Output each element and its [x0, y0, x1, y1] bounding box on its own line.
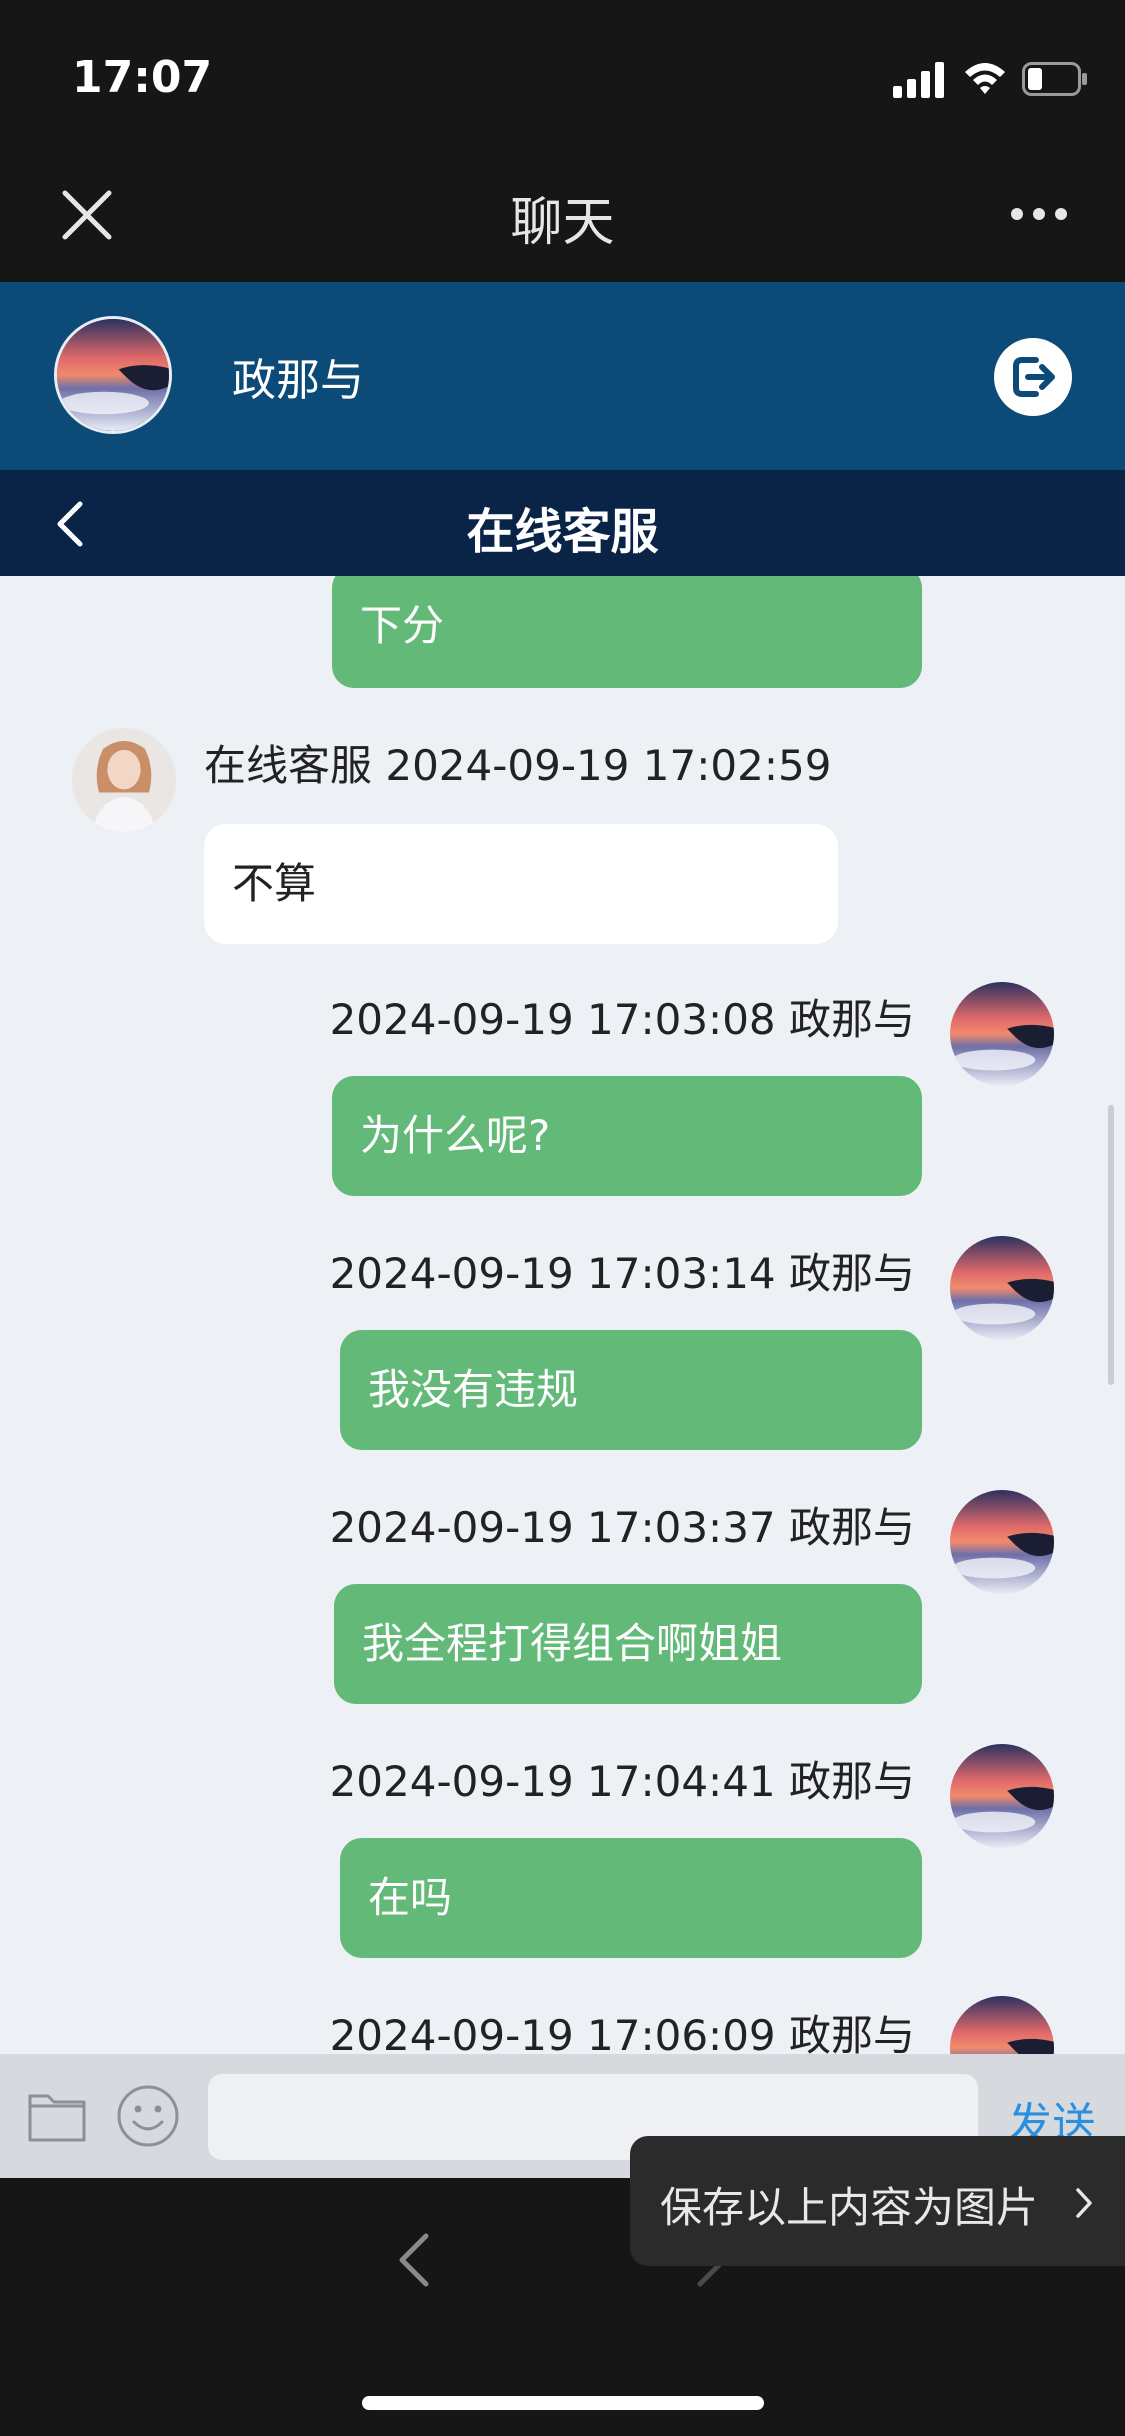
folder-icon[interactable]	[26, 2086, 88, 2144]
message-meta: 在线客服 2024-09-19 17:02:59	[204, 741, 832, 790]
cellular-signal-icon	[893, 62, 944, 98]
logout-icon[interactable]	[994, 338, 1072, 416]
nav-back-icon[interactable]	[396, 2232, 432, 2288]
emoji-icon[interactable]	[116, 2084, 180, 2148]
message-meta: 2024-09-19 17:03:37 政那与	[329, 1503, 915, 1552]
home-indicator	[362, 2396, 764, 2410]
message-bubble-outgoing[interactable]: 下分	[332, 576, 922, 688]
message-bubble-outgoing[interactable]: 为什么呢?	[332, 1076, 922, 1196]
service-title: 在线客服	[466, 504, 659, 560]
user-message-avatar[interactable]	[950, 1744, 1054, 1848]
message-bubble-incoming[interactable]: 不算	[204, 824, 838, 944]
status-time: 17:07	[72, 52, 213, 103]
user-avatar[interactable]	[54, 316, 172, 434]
message-meta: 2024-09-19 17:03:14 政那与	[329, 1249, 915, 1298]
message-meta: 2024-09-19 17:04:41 政那与	[329, 1757, 915, 1806]
message-bubble-outgoing[interactable]: 在吗	[340, 1838, 922, 1958]
message-meta: 2024-09-19 17:06:09 政那与	[329, 2011, 915, 2054]
agent-avatar[interactable]	[72, 728, 176, 832]
message-bubble-outgoing[interactable]: 我全程打得组合啊姐姐	[334, 1584, 922, 1704]
user-message-avatar[interactable]	[950, 1236, 1054, 1340]
more-options-icon[interactable]	[1010, 206, 1068, 222]
message-bubble-outgoing[interactable]: 我没有违规	[340, 1330, 922, 1450]
page-title: 聊天	[510, 193, 615, 253]
scrollbar[interactable]	[1108, 1105, 1114, 1385]
chevron-right-icon	[1076, 2188, 1092, 2218]
save-as-image-label: 保存以上内容为图片	[660, 2183, 1039, 2232]
wifi-icon	[965, 63, 1005, 94]
chat-message-list[interactable]: 下分 在线客服 2024-09-19 17:02:59 不算 2024-09-1…	[0, 576, 1125, 2054]
user-message-avatar[interactable]	[950, 1490, 1054, 1594]
user-message-avatar[interactable]	[950, 982, 1054, 1086]
user-message-avatar[interactable]	[950, 1996, 1054, 2054]
message-meta: 2024-09-19 17:03:08 政那与	[329, 995, 915, 1044]
battery-icon	[1022, 62, 1087, 96]
user-name: 政那与	[232, 355, 364, 406]
